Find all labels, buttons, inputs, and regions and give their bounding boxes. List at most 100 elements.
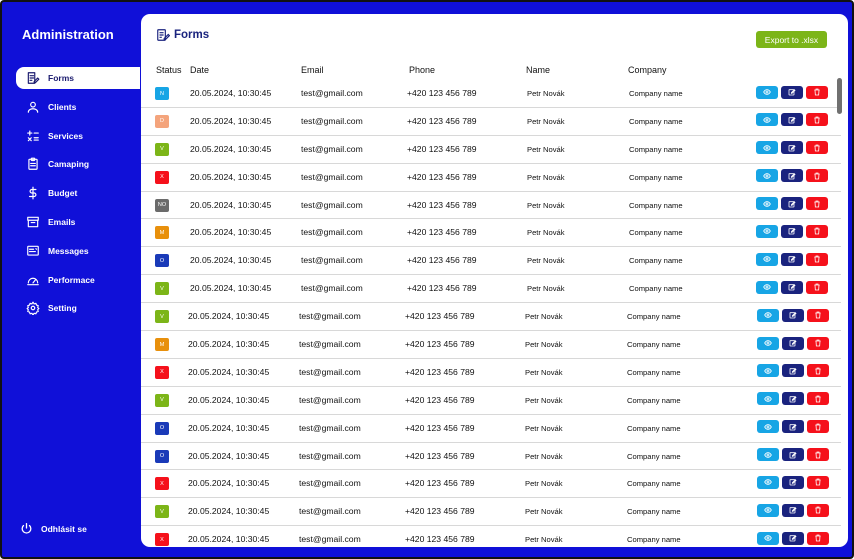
row-actions (757, 392, 829, 406)
export-xlsx-button[interactable]: Export to .xlsx (756, 31, 827, 48)
delete-button[interactable] (806, 169, 828, 183)
sidebar-item-services[interactable]: Services (16, 125, 140, 147)
cell-phone: +420 123 456 789 (407, 283, 477, 294)
delete-button[interactable] (807, 392, 829, 406)
col-email[interactable]: Email (301, 65, 324, 75)
cell-date: 20.05.2024, 10:30:45 (188, 422, 270, 433)
logout-button[interactable]: Odhlásit se (20, 522, 87, 535)
sidebar-item-clients[interactable]: Clients (16, 96, 140, 118)
row-actions (757, 448, 829, 462)
messages-icon (26, 244, 40, 258)
status-badge: O (155, 449, 169, 463)
cell-company: Company name (629, 256, 683, 266)
view-button[interactable] (756, 280, 778, 294)
view-button[interactable] (757, 503, 779, 517)
view-button[interactable] (757, 308, 779, 322)
edit-button[interactable] (781, 252, 803, 266)
edit-button[interactable] (782, 420, 804, 434)
power-icon (21, 522, 32, 534)
sidebar-item-forms[interactable]: Forms (16, 67, 140, 89)
eye-icon (763, 227, 771, 235)
delete-button[interactable] (807, 531, 829, 545)
view-button[interactable] (756, 224, 778, 238)
status-badge: O (155, 254, 169, 268)
cell-date: 20.05.2024, 10:30:45 (190, 255, 272, 266)
edit-button[interactable] (782, 364, 804, 378)
edit-button[interactable] (782, 448, 804, 462)
delete-button[interactable] (807, 420, 829, 434)
status-badge: V (155, 310, 169, 324)
edit-button[interactable] (781, 113, 803, 127)
edit-button[interactable] (782, 531, 804, 545)
view-button[interactable] (757, 364, 779, 378)
scrollbar-thumb[interactable] (837, 78, 842, 114)
edit-button[interactable] (781, 85, 803, 99)
view-button[interactable] (757, 392, 779, 406)
sidebar-item-performace[interactable]: Performace (16, 269, 140, 291)
status-badge: X (155, 365, 169, 379)
edit-button[interactable] (782, 308, 804, 322)
view-button[interactable] (756, 85, 778, 99)
edit-icon (789, 423, 797, 431)
delete-button[interactable] (806, 141, 828, 155)
delete-button[interactable] (807, 475, 829, 489)
col-phone[interactable]: Phone (409, 65, 435, 75)
view-button[interactable] (756, 252, 778, 266)
table-row: X 20.05.2024, 10:30:45 test@gmail.com +420 … (141, 470, 841, 499)
sidebar-item-budget[interactable]: Budget (16, 182, 140, 204)
logout-label: Odhlásit se (41, 523, 87, 534)
main-panel: Forms Export to .xlsx Status Date Email … (141, 14, 848, 547)
trash-icon (813, 88, 821, 96)
sidebar-item-messages[interactable]: Messages (16, 240, 140, 262)
edit-button[interactable] (781, 197, 803, 211)
sidebar-item-camaping[interactable]: Camaping (16, 153, 140, 175)
edit-button[interactable] (781, 224, 803, 238)
delete-button[interactable] (806, 280, 828, 294)
col-company[interactable]: Company (628, 65, 667, 75)
cell-date: 20.05.2024, 10:30:45 (188, 339, 270, 350)
cell-email: test@gmail.com (299, 450, 361, 461)
status-badge: X (155, 533, 169, 547)
app-window: Administration Forms Clients Services Camap… (0, 0, 854, 559)
view-button[interactable] (757, 420, 779, 434)
view-button[interactable] (756, 169, 778, 183)
view-button[interactable] (757, 448, 779, 462)
delete-button[interactable] (806, 252, 828, 266)
delete-button[interactable] (806, 85, 828, 99)
view-button[interactable] (757, 336, 779, 350)
view-button[interactable] (756, 141, 778, 155)
delete-button[interactable] (806, 197, 828, 211)
trash-icon (813, 200, 821, 208)
view-button[interactable] (756, 197, 778, 211)
sidebar-item-setting[interactable]: Setting (16, 297, 140, 319)
delete-button[interactable] (807, 448, 829, 462)
scrollbar[interactable] (837, 76, 843, 536)
delete-button[interactable] (806, 113, 828, 127)
col-date[interactable]: Date (190, 65, 209, 75)
col-name[interactable]: Name (526, 65, 550, 75)
delete-button[interactable] (807, 364, 829, 378)
view-button[interactable] (756, 113, 778, 127)
edit-button[interactable] (781, 169, 803, 183)
trash-icon (813, 283, 821, 291)
col-status[interactable]: Status (156, 65, 182, 75)
edit-button[interactable] (782, 475, 804, 489)
delete-button[interactable] (807, 336, 829, 350)
edit-button[interactable] (782, 503, 804, 517)
cell-name: Petr Novák (525, 451, 563, 461)
edit-button[interactable] (782, 392, 804, 406)
cell-date: 20.05.2024, 10:30:45 (188, 506, 270, 517)
delete-button[interactable] (807, 503, 829, 517)
edit-button[interactable] (781, 280, 803, 294)
edit-button[interactable] (782, 336, 804, 350)
eye-icon (763, 88, 771, 96)
delete-button[interactable] (806, 224, 828, 238)
edit-icon (788, 200, 796, 208)
cell-email: test@gmail.com (301, 227, 363, 238)
sidebar-item-emails[interactable]: Emails (16, 211, 140, 233)
edit-button[interactable] (781, 141, 803, 155)
view-button[interactable] (757, 531, 779, 545)
view-button[interactable] (757, 475, 779, 489)
trash-icon (814, 311, 822, 319)
delete-button[interactable] (807, 308, 829, 322)
